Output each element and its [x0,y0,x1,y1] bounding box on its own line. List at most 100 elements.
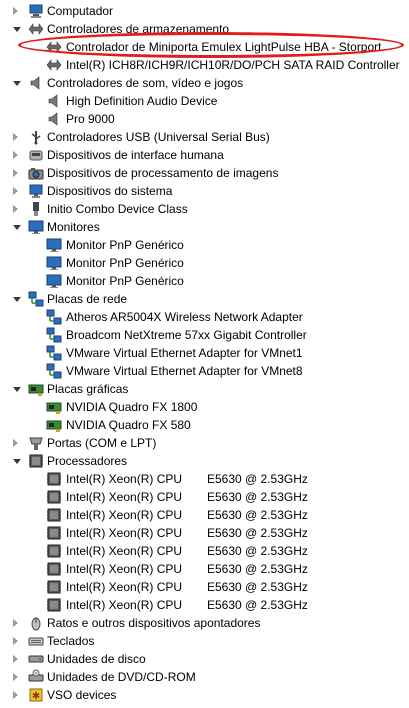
tree-item-label: Monitor PnP Genérico [66,238,184,252]
collapsed-arrow-icon[interactable] [13,673,18,681]
tree-category-row[interactable]: Ratos e outros dispositivos apontadores [0,614,409,632]
tree-device-row[interactable]: Intel(R) Xeon(R) CPU E5630 @ 2.53GHz [0,578,409,596]
tree-device-row[interactable]: Intel(R) Xeon(R) CPU E5630 @ 2.53GHz [0,542,409,560]
collapsed-arrow-icon[interactable] [13,691,18,699]
cpu-frequency-label: E5630 @ 2.53GHz [207,472,308,486]
tree-device-row[interactable]: Intel(R) Xeon(R) CPU E5630 @ 2.53GHz [0,470,409,488]
tree-device-row[interactable]: VMware Virtual Ethernet Adapter for VMne… [0,344,409,362]
tree-item-label: Atheros AR5004X Wireless Network Adapter [66,310,303,324]
tree-device-row[interactable]: Intel(R) Xeon(R) CPU E5630 @ 2.53GHz [0,488,409,506]
collapsed-arrow-icon[interactable] [13,187,18,195]
tree-device-row[interactable]: Intel(R) ICH8R/ICH9R/ICH10R/DO/PCH SATA … [0,56,409,74]
tree-item-label: NVIDIA Quadro FX 1800 [66,400,198,414]
collapsed-arrow-icon[interactable] [13,169,18,177]
storage-controller-icon [46,59,62,71]
tree-item-label: Intel(R) Xeon(R) CPU [66,526,183,540]
tree-item-label: Controlador de Miniporta Emulex LightPul… [66,40,382,54]
tree-item-label: Placas gráficas [47,382,129,396]
tree-device-row[interactable]: NVIDIA Quadro FX 580 [0,416,409,434]
hid-icon [29,150,43,161]
tree-item-label: Unidades de DVD/CD-ROM [47,670,196,684]
tree-item-label: VMware Virtual Ethernet Adapter for VMne… [66,346,303,360]
collapsed-arrow-icon[interactable] [13,133,18,141]
tree-category-row[interactable]: Controladores de armazenamento [0,20,409,38]
tree-item-label: Computador [47,4,114,18]
tree-category-row[interactable]: Dispositivos de interface humana [0,146,409,164]
expanded-arrow-icon[interactable] [13,27,21,32]
tree-item-label: Teclados [47,634,95,648]
tree-item-label: Intel(R) Xeon(R) CPU [66,598,183,612]
dvd-drive-icon [28,669,44,682]
tree-item-label: Dispositivos de processamento de imagens [47,166,279,180]
tree-device-row[interactable]: Monitor PnP Genérico [0,236,409,254]
tree-device-row[interactable]: Intel(R) Xeon(R) CPU E5630 @ 2.53GHz [0,596,409,614]
tree-device-row[interactable]: NVIDIA Quadro FX 1800 [0,398,409,416]
tree-category-row[interactable]: ✱ VSO devices [0,686,409,704]
tree-category-row[interactable]: Initio Combo Device Class [0,200,409,218]
tree-item-label: Processadores [47,454,128,468]
processor-icon [47,580,61,594]
tree-device-row[interactable]: Intel(R) Xeon(R) CPU E5630 @ 2.53GHz [0,560,409,578]
usb-icon [31,131,41,145]
collapsed-arrow-icon[interactable] [13,439,18,447]
system-devices-icon [29,184,43,198]
monitor-icon [46,238,62,252]
disk-drive-icon [28,655,44,663]
tree-category-row[interactable]: Controladores de som, vídeo e jogos [0,74,409,92]
tree-device-row[interactable]: Monitor PnP Genérico [0,254,409,272]
tree-item-label: Controladores de som, vídeo e jogos [47,76,244,90]
collapsed-arrow-icon[interactable] [13,205,18,213]
tree-device-row[interactable]: Intel(R) Xeon(R) CPU E5630 @ 2.53GHz [0,524,409,542]
tree-category-row[interactable]: Dispositivos do sistema [0,182,409,200]
collapsed-arrow-icon[interactable] [13,655,18,663]
processor-icon [47,508,61,522]
tree-device-row[interactable]: Atheros AR5004X Wireless Network Adapter [0,308,409,326]
tree-category-row[interactable]: Processadores [0,452,409,470]
tree-category-row[interactable]: Portas (COM e LPT) [0,434,409,452]
network-icon [28,291,44,307]
cpu-frequency-label: E5630 @ 2.53GHz [207,544,308,558]
tree-category-row[interactable]: Controladores USB (Universal Serial Bus) [0,128,409,146]
collapsed-arrow-icon[interactable] [13,637,18,645]
speaker-icon [48,112,58,126]
collapsed-arrow-icon[interactable] [13,151,18,159]
display-adapter-icon [46,402,62,414]
expanded-arrow-icon[interactable] [13,387,21,392]
cpu-frequency-label: E5630 @ 2.53GHz [207,490,308,504]
expanded-arrow-icon[interactable] [13,81,21,86]
tree-item-label: High Definition Audio Device [66,94,218,108]
tree-item-label: Initio Combo Device Class [47,202,188,216]
collapsed-arrow-icon[interactable] [13,619,18,627]
tree-category-row[interactable]: Unidades de disco [0,650,409,668]
tree-device-row[interactable]: Broadcom NetXtreme 57xx Gigabit Controll… [0,326,409,344]
tree-item-label: Intel(R) Xeon(R) CPU [66,472,183,486]
tree-device-row[interactable]: Monitor PnP Genérico [0,272,409,290]
network-icon [46,327,62,343]
expanded-arrow-icon[interactable] [13,225,21,230]
tree-category-row[interactable]: Unidades de DVD/CD-ROM [0,668,409,686]
tree-item-label: Controladores de armazenamento [47,22,230,36]
tree-category-row[interactable]: Placas de rede [0,290,409,308]
tree-category-row[interactable]: Dispositivos de processamento de imagens [0,164,409,182]
tree-device-row[interactable]: Intel(R) Xeon(R) CPU E5630 @ 2.53GHz [0,506,409,524]
collapsed-arrow-icon[interactable] [13,7,18,15]
processor-icon [47,472,61,486]
tree-item-label: Intel(R) Xeon(R) CPU [66,508,183,522]
mouse-icon [31,617,41,631]
tree-category-row[interactable]: Computador [0,2,409,20]
network-icon [46,345,62,361]
tree-category-row[interactable]: Placas gráficas [0,380,409,398]
tree-device-row[interactable]: Controlador de Miniporta Emulex LightPul… [0,38,409,56]
speaker-icon [30,76,40,90]
tree-device-row[interactable]: High Definition Audio Device [0,92,409,110]
processor-icon [29,454,43,468]
expanded-arrow-icon[interactable] [13,459,21,464]
tree-item-label: Broadcom NetXtreme 57xx Gigabit Controll… [66,328,307,342]
combo-device-icon [33,202,39,216]
tree-device-row[interactable]: Pro 9000 [0,110,409,128]
tree-device-row[interactable]: VMware Virtual Ethernet Adapter for VMne… [0,362,409,380]
expanded-arrow-icon[interactable] [13,297,21,302]
tree-category-row[interactable]: Monitores [0,218,409,236]
tree-item-label: Monitores [47,220,100,234]
tree-category-row[interactable]: Teclados [0,632,409,650]
